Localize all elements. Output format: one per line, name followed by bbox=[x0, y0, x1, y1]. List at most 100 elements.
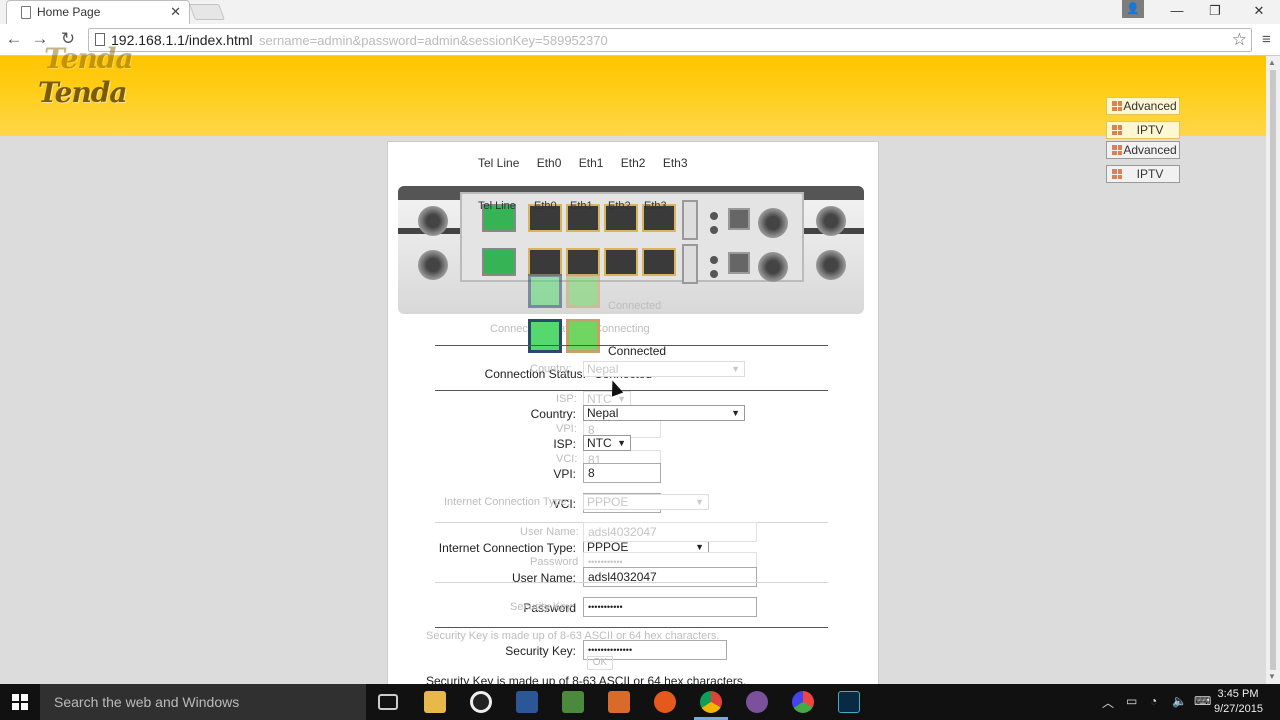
advanced-icon bbox=[1112, 145, 1122, 155]
address-bar[interactable]: 192.168.1.1/index.html sername=admin&pas… bbox=[88, 28, 1252, 52]
eth2-port-icon bbox=[604, 248, 638, 276]
router-diagram: Tel Line Eth0 Eth1 Eth2 Eth3 bbox=[398, 186, 864, 314]
connection-status-icon bbox=[566, 319, 600, 353]
user-profile-icon[interactable]: 👤 bbox=[1122, 0, 1144, 18]
iptv-button-ghost[interactable]: IPTV bbox=[1106, 121, 1180, 139]
eth0-port-icon bbox=[528, 248, 562, 276]
port-label-eth1: Eth1 bbox=[578, 156, 604, 170]
iptv-icon bbox=[1112, 125, 1122, 135]
tel-line-port-icon bbox=[482, 248, 516, 276]
conn-type-label-ghost: Internet Connection Type: bbox=[444, 496, 570, 508]
password-label-ghost: Password bbox=[530, 556, 579, 568]
country-select-ghost: Nepal ▼ bbox=[583, 361, 745, 377]
close-tab-icon[interactable]: ✕ bbox=[170, 4, 181, 20]
connection-status-icon bbox=[566, 274, 600, 308]
back-arrow-icon[interactable]: ← bbox=[4, 30, 24, 48]
chevron-down-icon: ▼ bbox=[731, 408, 740, 418]
new-tab-button[interactable] bbox=[189, 4, 225, 20]
app-icon[interactable] bbox=[608, 691, 630, 713]
antenna-knob-icon bbox=[816, 206, 846, 236]
minimize-button[interactable]: — bbox=[1160, 0, 1194, 22]
tab-home-page[interactable]: Home Page ✕ bbox=[6, 0, 190, 24]
chevron-down-icon: ▼ bbox=[617, 438, 626, 448]
network-icon[interactable]: ◔ bbox=[1150, 694, 1157, 708]
power-button-icon bbox=[728, 252, 750, 274]
antenna-knob-icon bbox=[758, 208, 788, 238]
port-label-ghost: Eth2 bbox=[608, 200, 631, 212]
conn-type-label: Internet Connection Type: bbox=[438, 541, 576, 555]
security-key-label: Security Key: bbox=[505, 644, 576, 658]
port-label-ghost: Eth3 bbox=[644, 200, 667, 212]
port-label-ghost: Eth0 bbox=[534, 200, 557, 212]
page-scrollbar[interactable]: ▲ ▼ bbox=[1266, 56, 1280, 684]
clock-date: 9/27/2015 bbox=[1214, 703, 1263, 715]
vpi-label: VPI: bbox=[553, 467, 576, 481]
ok-button-ghost[interactable]: OK bbox=[587, 656, 613, 670]
volume-icon[interactable]: 🔈 bbox=[1172, 694, 1187, 708]
eth1-port-icon bbox=[566, 248, 600, 276]
conn-type-select-ghost: PPPOE ▼ bbox=[583, 494, 709, 510]
photoshop-icon[interactable] bbox=[838, 691, 860, 713]
bookmark-star-icon[interactable]: ☆ bbox=[1232, 30, 1247, 50]
connected-text: Connected bbox=[608, 344, 667, 358]
menu-icon[interactable]: ≡ bbox=[1262, 31, 1271, 48]
picasa-icon[interactable] bbox=[792, 691, 814, 713]
tray-chevron-icon[interactable]: ︿ bbox=[1102, 694, 1114, 711]
file-explorer-icon[interactable] bbox=[424, 691, 446, 713]
port-label-eth0: Eth0 bbox=[536, 156, 562, 170]
country-label: Country: bbox=[530, 407, 576, 421]
scroll-up-icon[interactable]: ▲ bbox=[1268, 58, 1276, 67]
connected-ghost-text: Connected bbox=[608, 300, 662, 312]
eth3-port-icon bbox=[642, 248, 676, 276]
page-icon bbox=[21, 6, 31, 19]
port-label-ghost: Eth1 bbox=[570, 200, 593, 212]
word-icon[interactable] bbox=[516, 691, 538, 713]
connection-status-icon bbox=[528, 274, 562, 308]
antenna-knob-icon bbox=[816, 250, 846, 280]
antenna-knob-icon bbox=[418, 250, 448, 280]
iptv-icon bbox=[1112, 169, 1122, 179]
notepad-icon[interactable] bbox=[562, 691, 584, 713]
username-input[interactable]: adsl4032047 bbox=[583, 567, 757, 587]
viber-icon[interactable] bbox=[746, 691, 768, 713]
isp-select[interactable]: NTC ▼ bbox=[583, 435, 631, 451]
chrome-icon[interactable] bbox=[700, 691, 722, 713]
username-label-ghost: User Name: bbox=[520, 526, 579, 538]
advanced-button[interactable]: Advanced bbox=[1106, 141, 1180, 159]
scroll-down-icon[interactable]: ▼ bbox=[1268, 672, 1276, 681]
iptv-button[interactable]: IPTV bbox=[1106, 165, 1180, 183]
media-player-icon[interactable] bbox=[470, 691, 492, 713]
close-window-button[interactable]: ✕ bbox=[1242, 0, 1276, 22]
taskbar-search[interactable]: Search the web and Windows bbox=[40, 684, 366, 720]
browser-toolbar: ← → ↻ 192.168.1.1/index.html sername=adm… bbox=[0, 24, 1280, 56]
country-label-ghost: Country: bbox=[530, 363, 572, 375]
tenda-logo: Tenda bbox=[38, 76, 128, 109]
task-view-icon[interactable] bbox=[378, 694, 398, 710]
battery-icon[interactable]: ▭ bbox=[1126, 694, 1137, 708]
page-header: Tenda Tenda bbox=[0, 42, 1266, 136]
scrollbar-thumb[interactable] bbox=[1270, 70, 1276, 670]
vpi-input[interactable]: 8 bbox=[583, 463, 661, 483]
usb-port-icon bbox=[682, 200, 698, 240]
keyboard-icon[interactable]: ⌨ bbox=[1194, 694, 1211, 708]
connection-status-icon bbox=[528, 319, 562, 353]
windows-start-icon[interactable] bbox=[12, 694, 28, 710]
usb-port-icon bbox=[682, 244, 698, 284]
taskbar-search-placeholder: Search the web and Windows bbox=[54, 694, 240, 710]
advanced-button-ghost[interactable]: Advanced bbox=[1106, 97, 1180, 115]
connection-status-value-ghost: Connecting bbox=[594, 323, 650, 335]
firefox-icon[interactable] bbox=[654, 691, 676, 713]
vpi-label-ghost: VPI: bbox=[556, 423, 577, 435]
vci-label-ghost: VCI: bbox=[556, 453, 578, 465]
country-select[interactable]: Nepal ▼ bbox=[583, 405, 745, 421]
tab-title: Home Page bbox=[37, 5, 101, 19]
isp-label-ghost: ISP: bbox=[556, 393, 577, 405]
restore-button[interactable]: ❐ bbox=[1198, 0, 1232, 22]
taskbar-clock[interactable]: 3:45 PM 9/27/2015 bbox=[1214, 687, 1263, 717]
port-label-eth2: Eth2 bbox=[620, 156, 646, 170]
windows-taskbar: Search the web and Windows ︿ ▭ ◔ 🔈 ⌨ 3:4… bbox=[0, 684, 1280, 720]
clock-time: 3:45 PM bbox=[1217, 688, 1259, 700]
port-labels: Tel Line Eth0 Eth1 Eth2 Eth3 bbox=[478, 156, 702, 170]
security-key-label-ghost: Security Key: bbox=[510, 601, 575, 613]
password-input[interactable]: ••••••••••• bbox=[583, 597, 757, 617]
